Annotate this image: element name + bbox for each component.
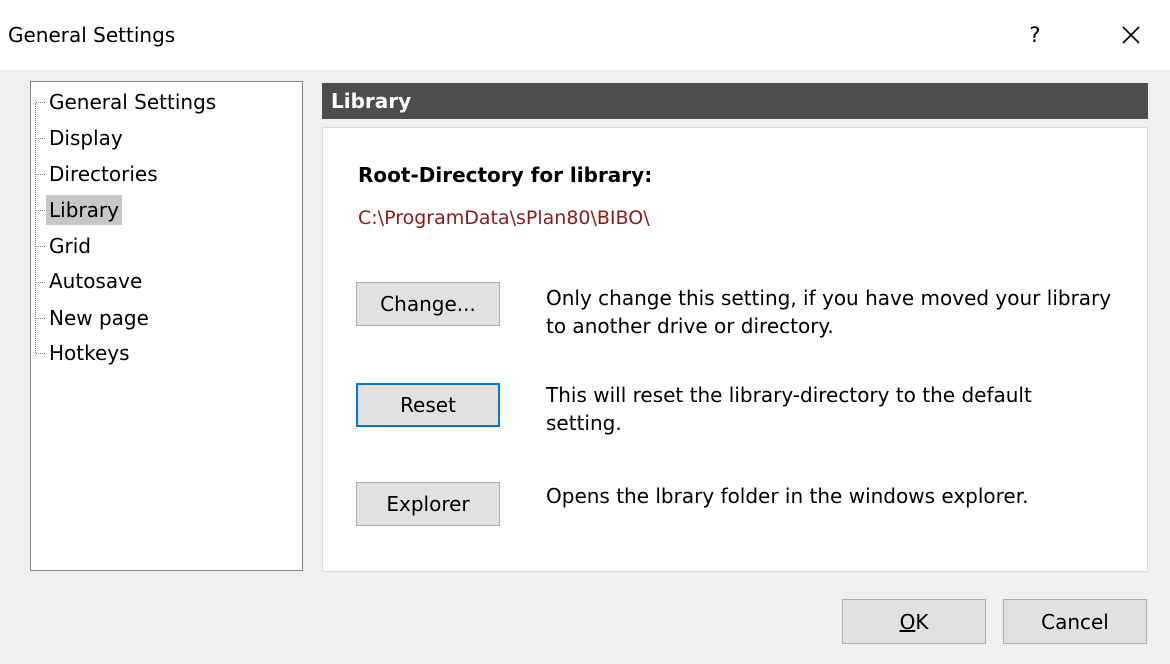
- reset-description-line2: setting.: [546, 411, 622, 435]
- root-directory-path: C:\ProgramData\sPlan80\BIBO\: [358, 207, 650, 229]
- change-description: Only change this setting, if you have mo…: [546, 284, 1146, 340]
- tree-connector-line: [35, 103, 36, 353]
- tree-branch: [36, 102, 45, 103]
- panel-header: Library: [322, 83, 1148, 119]
- tree-item-label: Display: [49, 126, 123, 150]
- change-description-line2: to another drive or directory.: [546, 314, 834, 338]
- reset-description-line1: This will reset the library-directory to…: [546, 383, 1032, 407]
- explorer-button[interactable]: Explorer: [356, 482, 500, 526]
- tree-item-label: Library: [46, 195, 122, 225]
- tree-item-label: Directories: [49, 162, 158, 186]
- window-title: General Settings: [8, 23, 176, 47]
- tree-branch: [36, 138, 45, 139]
- root-directory-label: Root-Directory for library:: [358, 163, 653, 187]
- explorer-description-line1: Opens the lbrary folder in the windows e…: [546, 484, 1029, 508]
- explorer-description: Opens the lbrary folder in the windows e…: [546, 482, 1146, 510]
- tree-branch: [36, 353, 45, 354]
- tree-branch: [36, 318, 45, 319]
- panel-title: Library: [331, 89, 412, 113]
- tree-item-label: General Settings: [49, 90, 217, 114]
- help-button[interactable]: ?: [1010, 16, 1060, 54]
- close-button[interactable]: [1106, 16, 1156, 54]
- ok-mnemonic: O: [899, 609, 916, 634]
- ok-label-rest: K: [915, 609, 929, 634]
- title-bar: General Settings ?: [0, 0, 1170, 70]
- reset-button[interactable]: Reset: [356, 383, 500, 427]
- change-description-line1: Only change this setting, if you have mo…: [546, 286, 1112, 310]
- tree-item-label: Grid: [49, 234, 91, 258]
- tree-branch: [36, 174, 45, 175]
- ok-button[interactable]: OK: [842, 599, 986, 644]
- tree-branch: [36, 246, 45, 247]
- tree-branch: [36, 210, 45, 211]
- tree-branch: [36, 282, 45, 283]
- reset-description: This will reset the library-directory to…: [546, 381, 1146, 437]
- tree-item-label: Hotkeys: [49, 341, 130, 365]
- tree-item-label: Autosave: [49, 269, 143, 293]
- close-icon: [1122, 26, 1140, 44]
- cancel-button[interactable]: Cancel: [1003, 599, 1147, 644]
- change-button[interactable]: Change...: [356, 282, 500, 326]
- tree-item-label: New page: [49, 306, 149, 330]
